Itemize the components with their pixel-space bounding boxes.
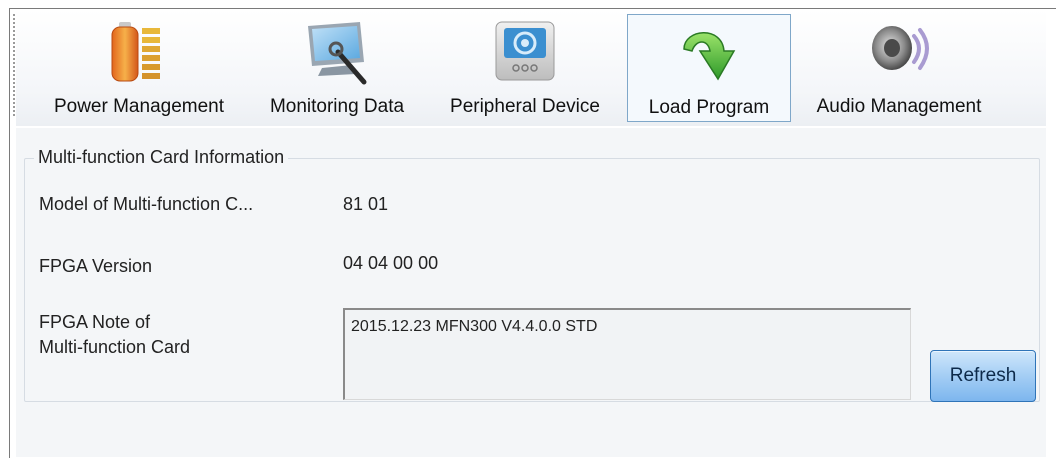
tool-label: Power Management	[53, 96, 225, 117]
model-value: 81 01	[343, 194, 389, 214]
fpga-note-label-line2: Multi-function Card	[39, 337, 191, 357]
model-label: Model of Multi-function C...	[39, 194, 254, 214]
group-title: Multi-function Card Information	[34, 147, 289, 168]
tool-label: Load Program	[648, 97, 770, 118]
toolbar-grip[interactable]	[13, 14, 15, 118]
tool-audio-management[interactable]: Audio Management	[794, 14, 1004, 122]
tool-peripheral-device[interactable]: Peripheral Device	[426, 14, 624, 122]
toolbar: Power Management Monitoring Data Periphe…	[16, 10, 1046, 126]
tool-monitoring-data[interactable]: Monitoring Data	[250, 14, 424, 122]
green-arrow-icon	[674, 19, 744, 89]
battery-icon	[104, 18, 174, 88]
fpga-note-label-line1: FPGA Note of	[39, 312, 151, 332]
card-info-panel: Multi-function Card Information Model of…	[16, 128, 1046, 457]
device-icon	[490, 18, 560, 88]
monitor-icon	[302, 18, 372, 88]
tool-label: Peripheral Device	[450, 96, 600, 117]
refresh-button[interactable]: Refresh	[930, 350, 1036, 402]
tool-label: Audio Management	[816, 96, 982, 117]
tool-label: Monitoring Data	[269, 96, 405, 117]
fpga-version-label: FPGA Version	[39, 256, 153, 276]
fpga-version-value: 04 04 00 00	[343, 253, 439, 273]
tool-power-management[interactable]: Power Management	[30, 14, 248, 122]
fpga-note-textbox[interactable]: 2015.12.23 MFN300 V4.4.0.0 STD	[343, 308, 911, 400]
speaker-icon	[864, 18, 934, 88]
tool-load-program[interactable]: Load Program	[627, 14, 791, 122]
